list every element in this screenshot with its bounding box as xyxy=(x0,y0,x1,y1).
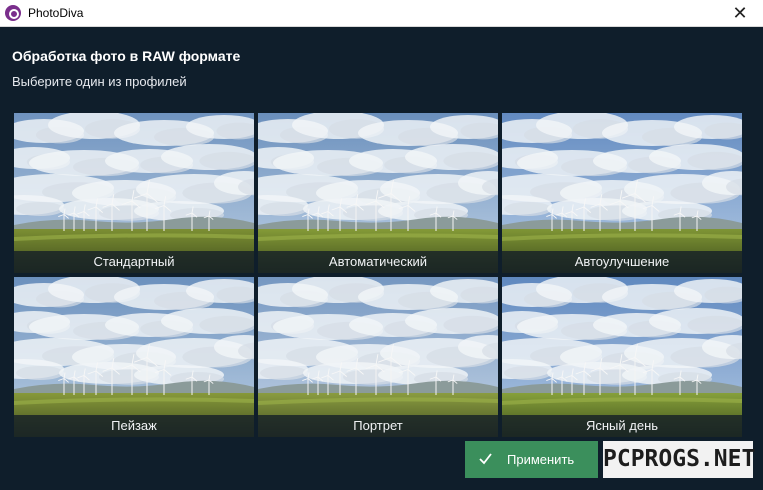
profile-preview-image xyxy=(258,113,498,273)
close-icon[interactable]: ✕ xyxy=(717,0,763,27)
profile-tile-landscape[interactable]: Пейзаж xyxy=(14,277,254,437)
profile-grid: Стандартный Автоматический Автоулучшение… xyxy=(14,113,742,437)
photodiva-logo-icon xyxy=(5,5,21,21)
profile-preview-image xyxy=(14,113,254,273)
profile-label: Пейзаж xyxy=(14,415,254,437)
profile-tile-autoenhance[interactable]: Автоулучшение xyxy=(502,113,742,273)
dialog-subheading: Выберите один из профилей xyxy=(12,74,187,89)
window-title: PhotoDiva xyxy=(28,6,84,20)
apply-button-label: Применить xyxy=(507,452,575,467)
raw-profile-dialog: Обработка фото в RAW формате Выберите од… xyxy=(0,27,763,490)
profile-preview-image xyxy=(502,277,742,437)
profile-tile-clear-day[interactable]: Ясный день xyxy=(502,277,742,437)
profile-tile-portrait[interactable]: Портрет xyxy=(258,277,498,437)
profile-preview-image xyxy=(258,277,498,437)
profile-label: Автоулучшение xyxy=(502,251,742,273)
profile-tile-automatic[interactable]: Автоматический xyxy=(258,113,498,273)
profile-preview-image xyxy=(502,113,742,273)
profile-preview-image xyxy=(14,277,254,437)
profile-tile-standard[interactable]: Стандартный xyxy=(14,113,254,273)
apply-button[interactable]: Применить xyxy=(465,441,598,478)
title-bar: PhotoDiva ✕ xyxy=(0,0,763,27)
checkmark-icon xyxy=(479,453,492,465)
watermark: PCPROGS.NET xyxy=(603,441,755,478)
profile-label: Ясный день xyxy=(502,415,742,437)
profile-label: Портрет xyxy=(258,415,498,437)
dialog-heading: Обработка фото в RAW формате xyxy=(12,48,241,64)
profile-label: Автоматический xyxy=(258,251,498,273)
profile-label: Стандартный xyxy=(14,251,254,273)
